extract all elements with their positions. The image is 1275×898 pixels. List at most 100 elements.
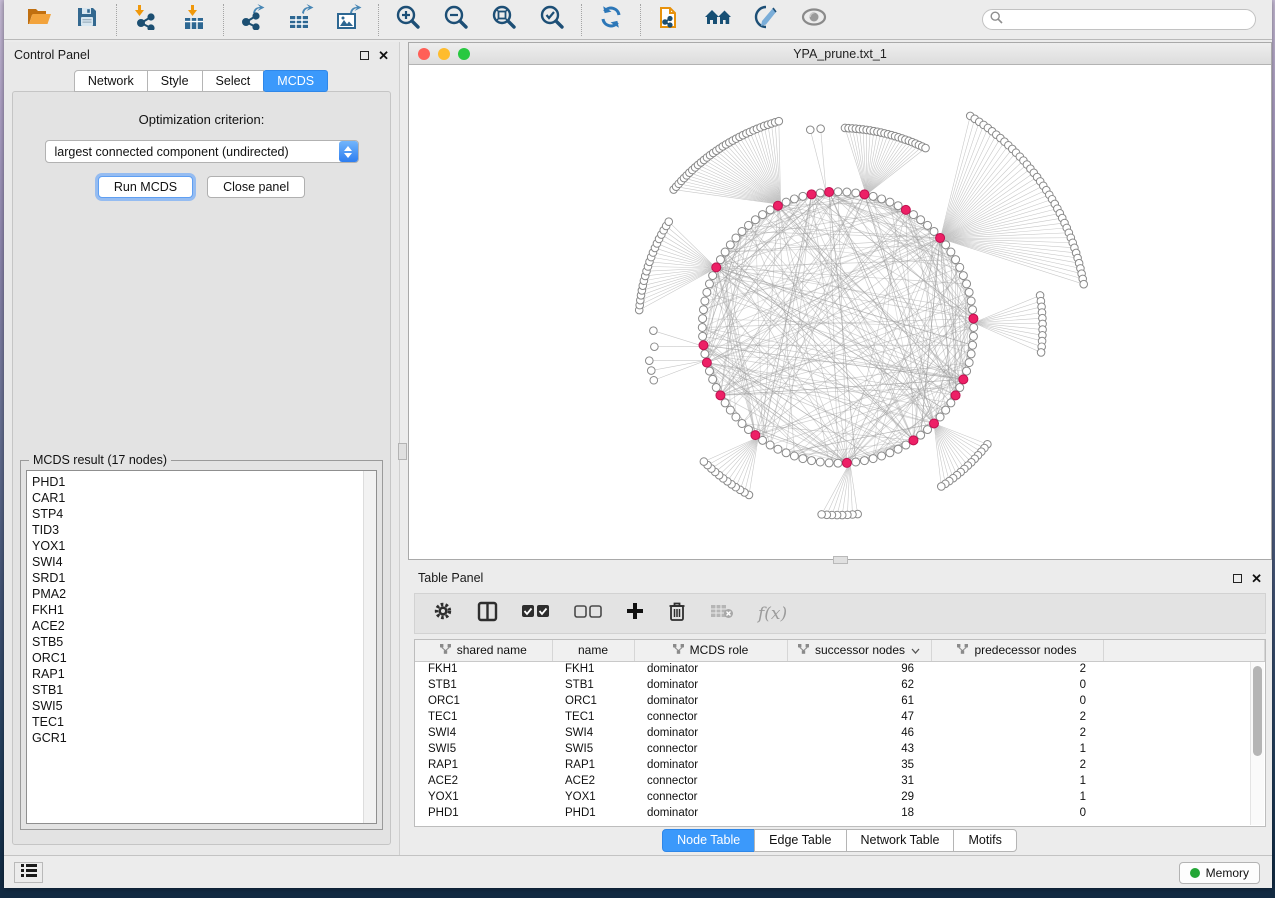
table-cell[interactable]: 62 xyxy=(787,677,931,693)
column-header-successor-nodes[interactable]: successor nodes xyxy=(787,640,931,661)
ring-node[interactable] xyxy=(843,188,851,196)
ring-node[interactable] xyxy=(965,359,973,367)
save-session-button[interactable] xyxy=(72,5,102,35)
ring-node[interactable] xyxy=(956,384,964,392)
mcds-result-item[interactable]: STB5 xyxy=(32,634,376,650)
ring-node[interactable] xyxy=(726,241,734,249)
table-cell[interactable]: SWI5 xyxy=(552,741,634,757)
ring-node[interactable] xyxy=(698,323,706,331)
table-scrollbar-thumb[interactable] xyxy=(1253,666,1262,756)
ring-node[interactable] xyxy=(732,234,740,242)
deselect-all-button[interactable] xyxy=(574,604,602,623)
mcds-result-item[interactable]: RAP1 xyxy=(32,666,376,682)
table-cell[interactable]: PHD1 xyxy=(415,805,552,821)
table-cell[interactable]: TEC1 xyxy=(552,709,634,725)
table-cell[interactable]: 31 xyxy=(787,773,931,789)
ring-node[interactable] xyxy=(969,332,977,340)
ring-node[interactable] xyxy=(701,350,709,358)
table-cell[interactable]: dominator xyxy=(634,661,787,677)
table-cell[interactable]: FKH1 xyxy=(552,661,634,677)
mcds-result-item[interactable]: ORC1 xyxy=(32,650,376,666)
ring-node[interactable] xyxy=(699,306,707,314)
mcds-node[interactable] xyxy=(712,263,721,272)
column-header-predecessor-nodes[interactable]: predecessor nodes xyxy=(931,640,1103,661)
ring-node[interactable] xyxy=(970,323,978,331)
table-cell[interactable]: dominator xyxy=(634,693,787,709)
table-cell[interactable]: connector xyxy=(634,789,787,805)
tab-network[interactable]: Network xyxy=(74,70,148,92)
ring-node[interactable] xyxy=(705,367,713,375)
ring-node[interactable] xyxy=(703,288,711,296)
ring-node[interactable] xyxy=(825,459,833,467)
ring-node[interactable] xyxy=(869,192,877,200)
horizontal-splitter-grip[interactable] xyxy=(833,556,848,564)
column-visibility-button[interactable] xyxy=(477,601,498,627)
ring-node[interactable] xyxy=(799,455,807,463)
mcds-result-item[interactable]: SWI4 xyxy=(32,554,376,570)
share-network-button[interactable] xyxy=(655,5,685,35)
table-cell[interactable]: 96 xyxy=(787,661,931,677)
table-mode-button[interactable] xyxy=(433,601,453,626)
ring-node[interactable] xyxy=(726,406,734,414)
leaf-node[interactable] xyxy=(700,458,708,466)
table-cell[interactable]: RAP1 xyxy=(552,757,634,773)
ring-node[interactable] xyxy=(878,195,886,203)
table-cell[interactable]: 47 xyxy=(787,709,931,725)
column-header-name[interactable]: name xyxy=(552,640,634,661)
mcds-node[interactable] xyxy=(951,391,960,400)
ring-node[interactable] xyxy=(699,332,707,340)
tab-mcds[interactable]: MCDS xyxy=(263,70,328,92)
leaf-node[interactable] xyxy=(806,126,814,134)
table-cell[interactable]: connector xyxy=(634,709,787,725)
table-cell[interactable]: 18 xyxy=(787,805,931,821)
delete-column-button[interactable] xyxy=(668,601,686,626)
table-cell[interactable]: 0 xyxy=(931,693,1103,709)
ring-node[interactable] xyxy=(699,315,707,323)
create-column-button[interactable] xyxy=(626,602,644,625)
leaf-node[interactable] xyxy=(818,511,826,519)
criterion-select[interactable]: largest connected component (undirected) xyxy=(45,140,359,163)
ring-node[interactable] xyxy=(732,413,740,421)
network-canvas[interactable] xyxy=(409,66,1271,559)
mcds-node[interactable] xyxy=(930,419,939,428)
table-cell[interactable]: 1 xyxy=(931,773,1103,789)
ring-node[interactable] xyxy=(917,216,925,224)
table-cell[interactable]: connector xyxy=(634,773,787,789)
mcds-result-item[interactable]: TID3 xyxy=(32,522,376,538)
table-row[interactable]: ACE2ACE2connector311 xyxy=(415,773,1265,789)
table-cell[interactable]: 2 xyxy=(931,725,1103,741)
tab-network-table[interactable]: Network Table xyxy=(846,829,955,852)
mcds-node[interactable] xyxy=(969,314,978,323)
table-cell[interactable]: YOX1 xyxy=(415,789,552,805)
ring-node[interactable] xyxy=(967,350,975,358)
mcds-result-item[interactable]: SWI5 xyxy=(32,698,376,714)
mcds-node[interactable] xyxy=(825,188,834,197)
ring-node[interactable] xyxy=(959,272,967,280)
mcds-result-item[interactable]: PMA2 xyxy=(32,586,376,602)
ring-node[interactable] xyxy=(766,441,774,449)
ring-node[interactable] xyxy=(967,297,975,305)
ring-node[interactable] xyxy=(894,202,902,210)
leaf-node[interactable] xyxy=(1037,349,1045,357)
mcds-node[interactable] xyxy=(909,436,918,445)
ring-node[interactable] xyxy=(947,399,955,407)
select-all-button[interactable] xyxy=(522,604,550,623)
mcds-node[interactable] xyxy=(842,458,851,467)
ring-node[interactable] xyxy=(705,280,713,288)
table-row[interactable]: YOX1YOX1connector291 xyxy=(415,789,1265,805)
table-cell[interactable]: RAP1 xyxy=(415,757,552,773)
table-cell[interactable]: dominator xyxy=(634,677,787,693)
mcds-node[interactable] xyxy=(751,431,760,440)
table-cell[interactable]: 43 xyxy=(787,741,931,757)
ring-node[interactable] xyxy=(766,206,774,214)
table-cell[interactable]: YOX1 xyxy=(552,789,634,805)
table-row[interactable]: SWI4SWI4dominator462 xyxy=(415,725,1265,741)
table-cell[interactable]: SWI4 xyxy=(415,725,552,741)
leaf-node[interactable] xyxy=(665,218,673,226)
import-network-button[interactable] xyxy=(131,5,161,35)
open-session-button[interactable] xyxy=(24,5,54,35)
run-mcds-button[interactable]: Run MCDS xyxy=(98,176,193,198)
table-cell[interactable]: STB1 xyxy=(415,677,552,693)
ring-node[interactable] xyxy=(852,458,860,466)
mcds-result-item[interactable]: STP4 xyxy=(32,506,376,522)
